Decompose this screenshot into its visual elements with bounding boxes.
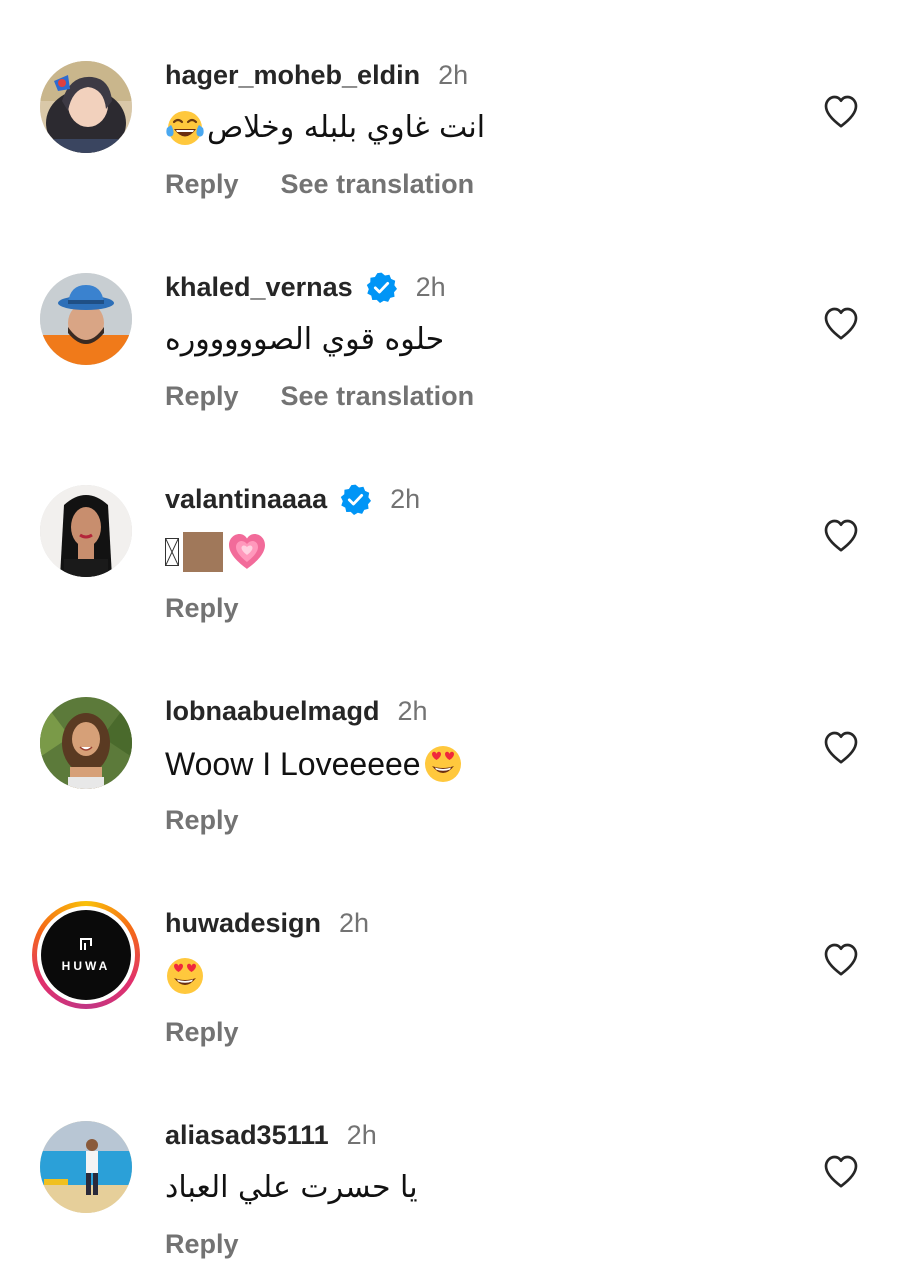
- comment-header: huwadesign 2h: [165, 905, 369, 941]
- comment-item: valantinaaaa 2h Reply: [0, 436, 912, 648]
- comment-item: hager_moheb_eldin 2h انت غاوي بلبله وخلا…: [0, 12, 912, 224]
- reply-button[interactable]: Reply: [165, 169, 239, 200]
- timestamp: 2h: [339, 907, 370, 938]
- timestamp: 2h: [397, 695, 428, 726]
- avatar[interactable]: [40, 697, 132, 789]
- huwa-logo-icon: [80, 938, 92, 950]
- username[interactable]: hager_moheb_eldin: [165, 60, 420, 91]
- comment-header: lobnaabuelmagd 2h: [165, 693, 428, 729]
- hijab-woman-avatar-image: [40, 61, 132, 153]
- comment-item: HUWA huwadesign 2h Reply: [0, 860, 912, 1072]
- reply-button[interactable]: Reply: [165, 1229, 239, 1260]
- avatar[interactable]: [40, 1121, 132, 1213]
- comment-text: [165, 528, 267, 576]
- skin-tone-block-icon: [183, 532, 223, 572]
- username[interactable]: aliasad35111: [165, 1120, 329, 1151]
- timestamp: 2h: [346, 1119, 377, 1150]
- face-with-tears-of-joy-icon: [165, 108, 205, 148]
- comment-text: Woow I Loveeeee: [165, 740, 463, 788]
- see-translation-button[interactable]: See translation: [281, 169, 475, 200]
- timestamp: 2h: [438, 59, 469, 90]
- comment-item: lobnaabuelmagd 2h Woow I Loveeeee Reply: [0, 648, 912, 860]
- reply-button[interactable]: Reply: [165, 1017, 239, 1048]
- reply-button[interactable]: Reply: [165, 381, 239, 412]
- missing-glyph-icon: [165, 538, 179, 566]
- dark-hair-woman-avatar-image: [40, 485, 132, 577]
- heart-icon[interactable]: [820, 516, 862, 556]
- curly-hair-woman-avatar-image: [40, 697, 132, 789]
- comment-header: valantinaaaa 2h: [165, 481, 420, 517]
- avatar[interactable]: [40, 273, 132, 365]
- comment-actions: Reply See translation: [165, 376, 474, 416]
- comment-text: انت غاوي بلبله وخلاص: [165, 104, 485, 152]
- heart-icon[interactable]: [820, 92, 862, 132]
- verified-badge-icon: [339, 483, 372, 516]
- heart-icon[interactable]: [820, 304, 862, 344]
- timestamp: 2h: [415, 271, 446, 302]
- avatar-logo-text: HUWA: [61, 959, 111, 973]
- heart-icon[interactable]: [820, 1152, 862, 1192]
- comment-actions: Reply: [165, 588, 239, 628]
- comment-actions: Reply See translation: [165, 164, 474, 204]
- comment-body: حلوه قوي الصوووووره: [165, 322, 445, 357]
- comment-body: انت غاوي بلبله وخلاص: [207, 110, 486, 145]
- comment-item: aliasad35111 2h يا حسرت علي العباد Reply: [0, 1072, 912, 1284]
- heart-icon[interactable]: [820, 728, 862, 768]
- story-ring[interactable]: HUWA: [32, 901, 140, 1009]
- heart-icon[interactable]: [820, 940, 862, 980]
- reply-button[interactable]: Reply: [165, 593, 239, 624]
- avatar[interactable]: [40, 485, 132, 577]
- comment-text: يا حسرت علي العباد: [165, 1164, 418, 1212]
- see-translation-button[interactable]: See translation: [281, 381, 475, 412]
- comment-body: يا حسرت علي العباد: [165, 1170, 418, 1205]
- heart-eyes-icon: [423, 744, 463, 784]
- man-by-pool-avatar-image: [40, 1121, 132, 1213]
- avatar[interactable]: [40, 61, 132, 153]
- comment-header: khaled_vernas 2h: [165, 269, 446, 305]
- reply-button[interactable]: Reply: [165, 805, 239, 836]
- comment-actions: Reply: [165, 1012, 239, 1052]
- heart-eyes-icon: [165, 956, 205, 996]
- username[interactable]: valantinaaaa: [165, 484, 327, 515]
- username[interactable]: huwadesign: [165, 908, 321, 939]
- username[interactable]: lobnaabuelmagd: [165, 696, 380, 727]
- growing-heart-icon: [227, 532, 267, 572]
- comment-text: [165, 952, 205, 1000]
- timestamp: 2h: [390, 483, 421, 514]
- username[interactable]: khaled_vernas: [165, 272, 353, 303]
- man-blue-hat-avatar-image: [40, 273, 132, 365]
- comment-actions: Reply: [165, 800, 239, 840]
- comment-header: hager_moheb_eldin 2h: [165, 57, 468, 93]
- comment-actions: Reply: [165, 1224, 239, 1264]
- comment-text: حلوه قوي الصوووووره: [165, 316, 444, 364]
- avatar: HUWA: [41, 910, 131, 1000]
- comment-body: Woow I Loveeeee: [165, 746, 421, 782]
- verified-badge-icon: [365, 271, 398, 304]
- comment-header: aliasad35111 2h: [165, 1117, 377, 1153]
- comment-item: khaled_vernas 2h حلوه قوي الصوووووره Rep…: [0, 224, 912, 436]
